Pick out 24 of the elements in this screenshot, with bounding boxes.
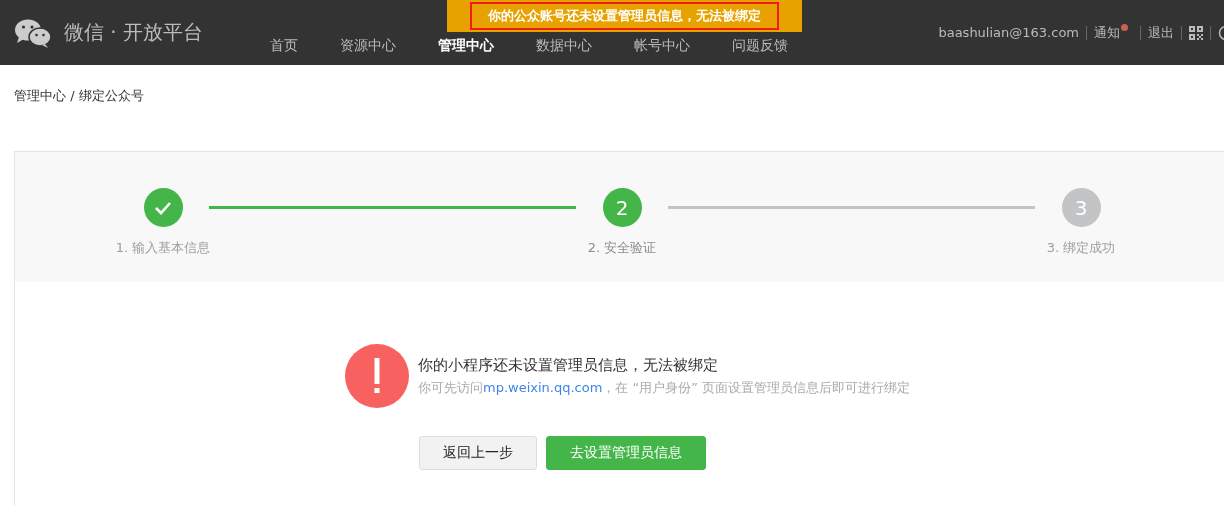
nav-link[interactable]: 问题反馈: [732, 37, 788, 55]
account-email: baashulian@163.com: [938, 25, 1079, 40]
step-number: 2: [602, 188, 642, 227]
qr-code-icon[interactable]: [1189, 25, 1203, 40]
mp-link[interactable]: mp.weixin.qq.com: [483, 379, 603, 395]
nav-link[interactable]: 资源中心: [340, 37, 396, 55]
step-number: 3: [1061, 188, 1101, 227]
step-label: 1. 输入基本信息: [115, 239, 211, 257]
chat-bubbles-icon: [14, 17, 52, 48]
breadcrumb: 管理中心 / 绑定公众号: [14, 88, 144, 103]
step-label: 2. 安全验证: [587, 239, 657, 257]
notice-link[interactable]: 通知: [1094, 23, 1120, 42]
logout-link[interactable]: 退出: [1148, 23, 1174, 42]
nav-link[interactable]: 帐号中心: [634, 37, 690, 55]
step-label: 3. 绑定成功: [1046, 239, 1116, 257]
logo-text: 微信 · 开放平台: [64, 19, 204, 46]
nav-link[interactable]: 管理中心: [438, 37, 494, 55]
nav-link[interactable]: 数据中心: [536, 37, 592, 55]
warning-text: 你的公众账号还未设置管理员信息，无法被绑定: [470, 2, 779, 30]
nav-link[interactable]: 首页: [270, 37, 298, 55]
alert-hint: 你可先访问mp.weixin.qq.com，在 “用户身份” 页面设置管理员信息后即可进行绑定: [418, 378, 911, 397]
back-button[interactable]: 返回上一步: [419, 436, 537, 470]
warning-icon: [345, 344, 409, 408]
alert-title: 你的小程序还未设置管理员信息，无法被绑定: [418, 355, 719, 375]
